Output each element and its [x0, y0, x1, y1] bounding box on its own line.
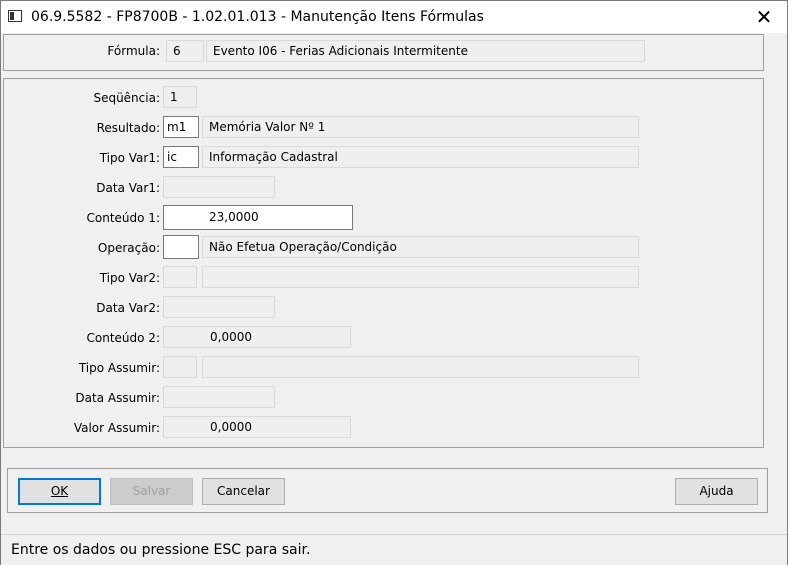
- window-title: 06.9.5582 - FP8700B - 1.02.01.013 - Manu…: [31, 9, 484, 25]
- operacao-label: Operação:: [97, 241, 160, 255]
- app-icon: [8, 10, 22, 22]
- tipo-var2-code-field: [163, 266, 197, 288]
- title-bar: 06.9.5582 - FP8700B - 1.02.01.013 - Manu…: [1, 1, 787, 33]
- tipo-var1-description-field: Informação Cadastral: [202, 146, 639, 168]
- data-var2-field: [163, 296, 275, 318]
- formula-description-field: Evento I06 - Ferias Adicionais Intermite…: [206, 40, 645, 62]
- tipo-assumir-description-field: [202, 356, 639, 378]
- sequencia-label: Seqüência:: [93, 91, 160, 105]
- tipo-assumir-label: Tipo Assumir:: [78, 361, 160, 375]
- status-bar: Entre os dados ou pressione ESC para sai…: [1, 534, 787, 565]
- conteudo2-field: 0,0000: [163, 326, 351, 348]
- side-gutter: [768, 33, 787, 533]
- operacao-description-field: Não Efetua Operação/Condição: [202, 236, 639, 258]
- tipo-var1-label: Tipo Var1:: [99, 151, 160, 165]
- close-icon[interactable]: ✕: [741, 1, 787, 33]
- conteudo2-label: Conteúdo 2:: [86, 331, 160, 345]
- resultado-description-field: Memória Valor Nº 1: [202, 116, 639, 138]
- tipo-var1-code-input[interactable]: ic: [163, 146, 199, 168]
- operacao-code-input[interactable]: [163, 235, 199, 259]
- data-assumir-field: [163, 386, 275, 408]
- help-button[interactable]: Ajuda: [675, 478, 758, 505]
- conteudo1-input[interactable]: 23,0000: [163, 205, 353, 230]
- formula-code-field: 6: [166, 40, 204, 62]
- formula-item-panel: Seqüência: 1 Resultado: m1 Memória Valor…: [3, 78, 764, 448]
- formula-panel: Fórmula: 6 Evento I06 - Ferias Adicionai…: [3, 34, 764, 71]
- resultado-code-input[interactable]: m1: [163, 116, 199, 138]
- save-button[interactable]: Salvar: [110, 478, 193, 505]
- sequencia-field: 1: [163, 86, 197, 108]
- tipo-var2-description-field: [202, 266, 639, 288]
- button-bar: OK Salvar Cancelar Ajuda: [7, 468, 768, 513]
- formula-label: Fórmula:: [107, 44, 160, 58]
- ok-button-label: OK: [50, 484, 69, 498]
- data-assumir-label: Data Assumir:: [75, 391, 160, 405]
- data-var2-label: Data Var2:: [96, 301, 160, 315]
- conteudo1-label: Conteúdo 1:: [86, 211, 160, 225]
- data-var1-field: [163, 176, 275, 198]
- valor-assumir-label: Valor Assumir:: [73, 421, 160, 435]
- ok-button[interactable]: OK: [18, 478, 101, 505]
- dialog-window: 06.9.5582 - FP8700B - 1.02.01.013 - Manu…: [0, 0, 788, 565]
- status-message: Entre os dados ou pressione ESC para sai…: [11, 542, 311, 558]
- data-var1-label: Data Var1:: [96, 181, 160, 195]
- cancel-button[interactable]: Cancelar: [202, 478, 285, 505]
- resultado-label: Resultado:: [96, 121, 160, 135]
- valor-assumir-field: 0,0000: [163, 416, 351, 438]
- tipo-assumir-code-field: [163, 356, 197, 378]
- tipo-var2-label: Tipo Var2:: [99, 271, 160, 285]
